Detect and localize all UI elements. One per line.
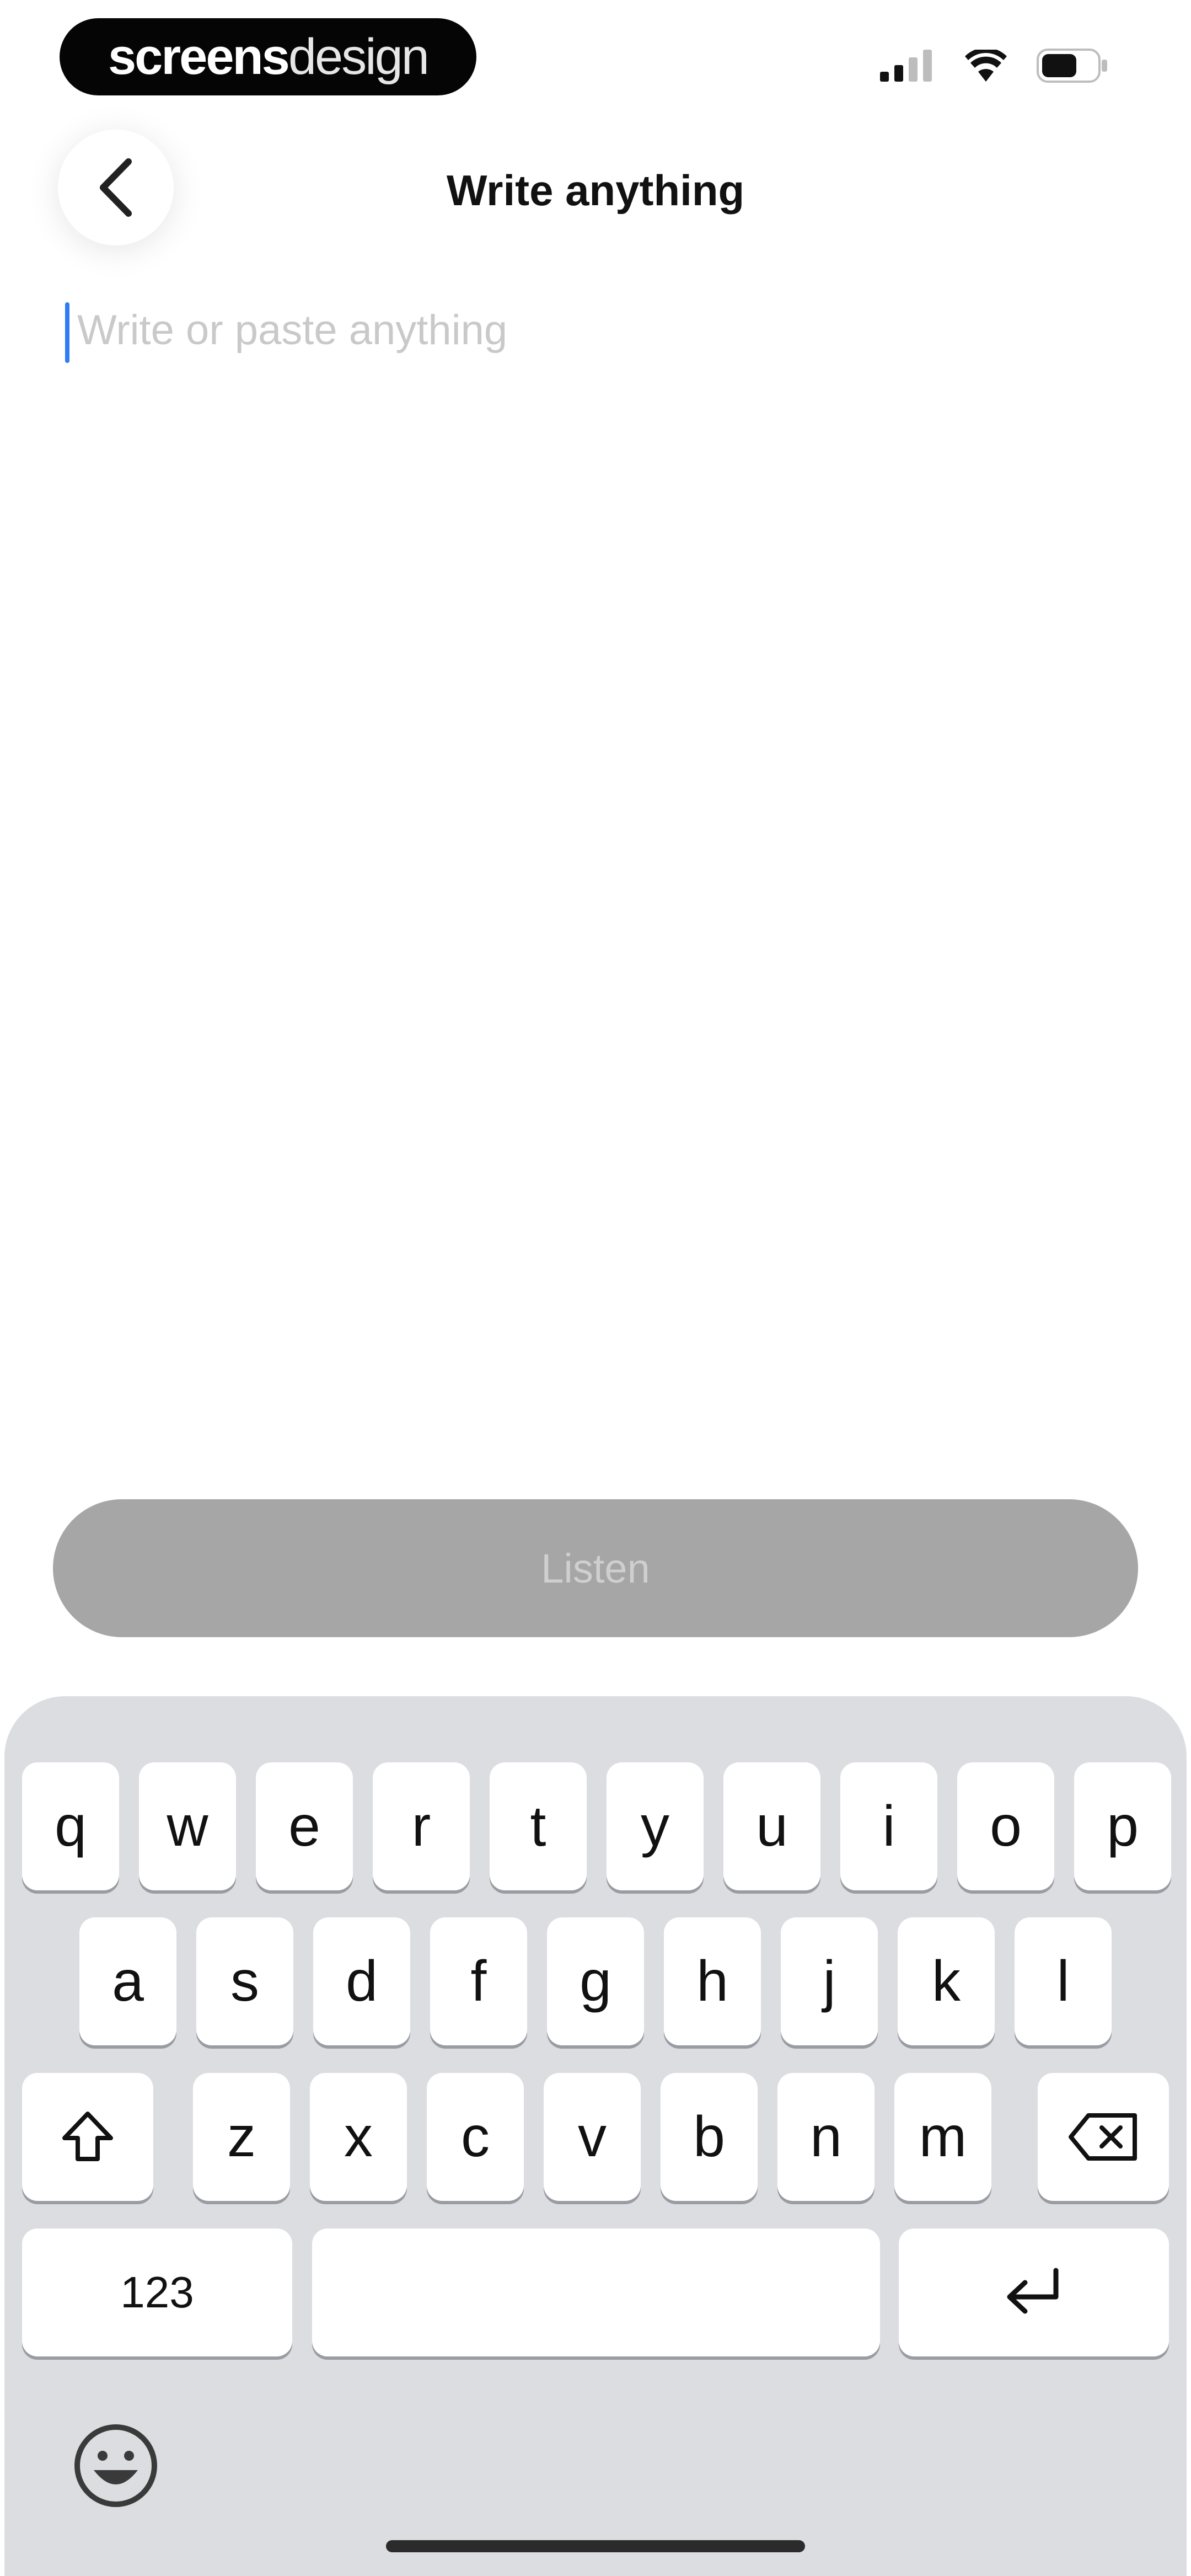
space-key[interactable] <box>312 2228 880 2356</box>
wifi-icon <box>965 50 1007 82</box>
key-q[interactable]: q <box>22 1762 119 1890</box>
key-v[interactable]: v <box>544 2073 641 2201</box>
key-i[interactable]: i <box>840 1762 937 1890</box>
backspace-key[interactable] <box>1038 2073 1169 2201</box>
brand-watermark: screens design <box>60 18 476 95</box>
key-r[interactable]: r <box>373 1762 470 1890</box>
key-w[interactable]: w <box>139 1762 236 1890</box>
key-u[interactable]: u <box>723 1762 820 1890</box>
numbers-key[interactable]: 123 <box>22 2228 292 2356</box>
key-e[interactable]: e <box>256 1762 353 1890</box>
key-b[interactable]: b <box>661 2073 758 2201</box>
key-k[interactable]: k <box>898 1917 995 2045</box>
key-s[interactable]: s <box>196 1917 293 2045</box>
key-l[interactable]: l <box>1015 1917 1112 2045</box>
brand-bold-text: screens <box>108 28 290 85</box>
home-indicator <box>386 2540 805 2552</box>
shift-icon <box>62 2112 113 2161</box>
key-g[interactable]: g <box>547 1917 644 2045</box>
return-icon <box>1007 2268 1059 2314</box>
key-d[interactable]: d <box>313 1917 410 2045</box>
listen-button[interactable]: Listen <box>53 1499 1138 1637</box>
key-p[interactable]: p <box>1074 1762 1171 1890</box>
return-key[interactable] <box>899 2228 1169 2356</box>
key-a[interactable]: a <box>79 1917 176 2045</box>
backspace-icon <box>1069 2113 1137 2161</box>
page-title: Write anything <box>446 166 745 215</box>
key-z[interactable]: z <box>193 2073 290 2201</box>
brand-light-text: design <box>288 28 430 85</box>
key-y[interactable]: y <box>607 1762 704 1890</box>
write-anything-screen: screensdesign Write anything Listen <box>0 0 1191 2576</box>
key-o[interactable]: o <box>957 1762 1054 1890</box>
key-h[interactable]: h <box>664 1917 761 2045</box>
battery-icon <box>1037 49 1107 83</box>
key-t[interactable]: t <box>490 1762 587 1890</box>
status-icons <box>880 49 1108 83</box>
key-x[interactable]: x <box>310 2073 407 2201</box>
cellular-signal-icon <box>880 50 932 82</box>
text-input[interactable] <box>66 306 1136 1409</box>
key-n[interactable]: n <box>777 2073 875 2201</box>
key-j[interactable]: j <box>781 1917 878 2045</box>
key-m[interactable]: m <box>894 2073 991 2201</box>
key-c[interactable]: c <box>427 2073 524 2201</box>
shift-key[interactable] <box>22 2073 153 2201</box>
emoji-icon[interactable] <box>72 2422 160 2510</box>
key-f[interactable]: f <box>430 1917 527 2045</box>
